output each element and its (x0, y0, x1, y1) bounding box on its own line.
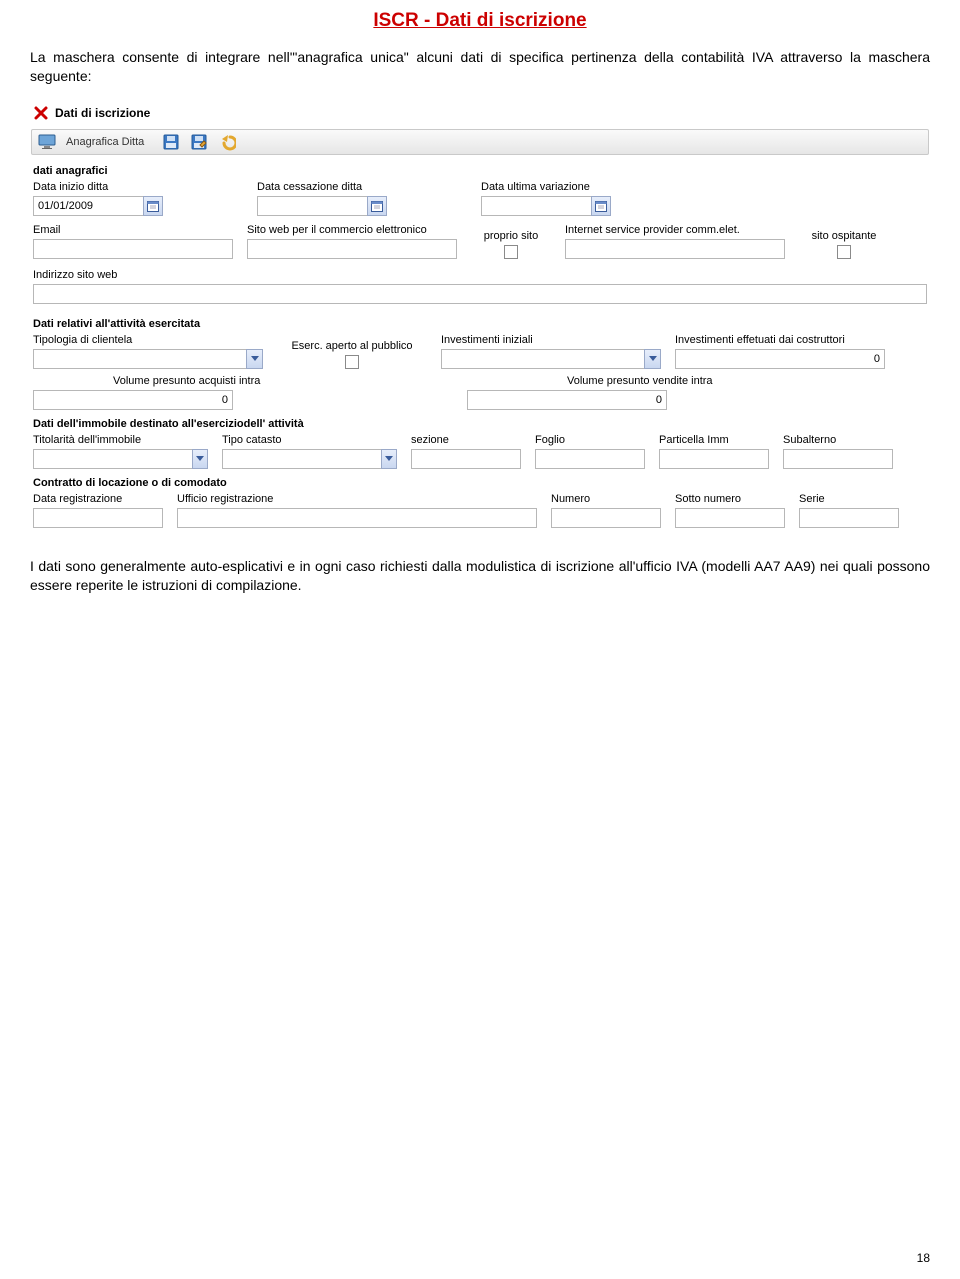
section-anagrafici-title: dati anagrafici (33, 165, 929, 177)
outro-text: I dati sono generalmente auto-esplicativ… (30, 557, 930, 595)
label-inv-iniz: Investimenti iniziali (441, 334, 661, 346)
label-tipo-catasto: Tipo catasto (222, 434, 397, 446)
label-indirizzo-sito: Indirizzo sito web (33, 269, 927, 281)
section-attivita-title: Dati relativi all'attività esercitata (33, 318, 929, 330)
page-number: 18 (917, 1251, 930, 1265)
label-numero: Numero (551, 493, 661, 505)
label-sezione: sezione (411, 434, 521, 446)
form-header-title: Dati di iscrizione (55, 106, 150, 120)
calendar-icon[interactable] (143, 196, 163, 216)
input-sito-comm[interactable] (247, 239, 457, 259)
input-vol-acq[interactable] (33, 390, 233, 410)
input-particella[interactable] (659, 449, 769, 469)
undo-icon[interactable] (218, 133, 236, 151)
checkbox-proprio-sito[interactable] (504, 245, 518, 259)
input-serie[interactable] (799, 508, 899, 528)
label-sito-comm: Sito web per il commercio elettronico (247, 224, 457, 236)
input-data-inizio[interactable] (33, 196, 143, 216)
label-foglio: Foglio (535, 434, 645, 446)
label-email: Email (33, 224, 233, 236)
toolbar: Anagrafica Ditta (31, 129, 929, 155)
input-numero[interactable] (551, 508, 661, 528)
input-data-cess[interactable] (257, 196, 367, 216)
input-ufficio[interactable] (177, 508, 537, 528)
label-proprio-sito: proprio sito (484, 230, 538, 242)
section-contratto-title: Contratto di locazione o di comodato (33, 477, 929, 489)
form-header: Dati di iscrizione (31, 101, 929, 127)
input-sezione[interactable] (411, 449, 521, 469)
input-inv-costr[interactable] (675, 349, 885, 369)
label-sito-osp: sito ospitante (812, 230, 877, 242)
chevron-down-icon[interactable] (381, 449, 397, 469)
label-isp: Internet service provider comm.elet. (565, 224, 785, 236)
page-title: ISCR - Dati di iscrizione (30, 10, 930, 32)
label-sotto: Sotto numero (675, 493, 785, 505)
input-indirizzo-sito[interactable] (33, 284, 927, 304)
label-subalterno: Subalterno (783, 434, 893, 446)
label-ufficio: Ufficio registrazione (177, 493, 537, 505)
select-tip-clientela[interactable] (33, 349, 246, 369)
chevron-down-icon[interactable] (192, 449, 208, 469)
save-as-icon[interactable] (190, 133, 208, 151)
save-icon[interactable] (162, 133, 180, 151)
label-serie: Serie (799, 493, 899, 505)
label-data-reg: Data registrazione (33, 493, 163, 505)
label-titolarita: Titolarità dell'immobile (33, 434, 208, 446)
label-vol-vend: Volume presunto vendite intra (567, 375, 887, 387)
intro-text: La maschera consente di integrare nell'"… (30, 48, 930, 86)
input-email[interactable] (33, 239, 233, 259)
form-panel: Dati di iscrizione Anagrafica Ditta dati… (30, 100, 930, 535)
checkbox-sito-osp[interactable] (837, 245, 851, 259)
monitor-icon[interactable] (38, 133, 56, 151)
input-isp[interactable] (565, 239, 785, 259)
section-immobile-title: Dati dell'immobile destinato all'eserciz… (33, 418, 929, 430)
label-tip-clientela: Tipologia di clientela (33, 334, 263, 346)
calendar-icon[interactable] (591, 196, 611, 216)
label-data-var: Data ultima variazione (481, 181, 691, 193)
label-particella: Particella Imm (659, 434, 769, 446)
select-tipo-catasto[interactable] (222, 449, 381, 469)
label-data-cess: Data cessazione ditta (257, 181, 467, 193)
toolbar-label: Anagrafica Ditta (66, 136, 144, 148)
checkbox-eserc-pubb[interactable] (345, 355, 359, 369)
close-icon[interactable] (33, 105, 49, 121)
label-inv-costr: Investimenti effetuati dai costruttori (675, 334, 885, 346)
label-data-inizio: Data inizio ditta (33, 181, 243, 193)
input-vol-vend[interactable] (467, 390, 667, 410)
input-data-reg[interactable] (33, 508, 163, 528)
chevron-down-icon[interactable] (644, 349, 661, 369)
input-subalterno[interactable] (783, 449, 893, 469)
input-foglio[interactable] (535, 449, 645, 469)
select-titolarita[interactable] (33, 449, 192, 469)
chevron-down-icon[interactable] (246, 349, 263, 369)
input-sotto[interactable] (675, 508, 785, 528)
input-data-var[interactable] (481, 196, 591, 216)
calendar-icon[interactable] (367, 196, 387, 216)
label-vol-acq: Volume presunto acquisti intra (113, 375, 453, 387)
select-inv-iniz[interactable] (441, 349, 644, 369)
label-eserc-pubb: Eserc. aperto al pubblico (291, 340, 412, 352)
